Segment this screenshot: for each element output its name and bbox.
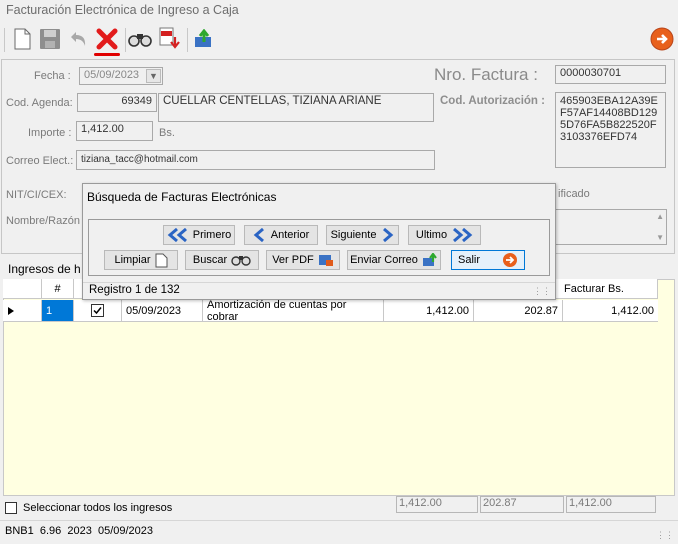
select-all-label: Seleccionar todos los ingresos (23, 502, 173, 514)
cod-autorizacion-field[interactable]: 465903EBA12A39E F57AF14408BD129 5D76FA5B… (555, 92, 666, 168)
pdf-view-icon (318, 254, 333, 266)
cod-autorizacion-line: 5D76FA5B822520F (560, 119, 657, 131)
send-mail-icon (422, 253, 437, 266)
fecha-value: 05/09/2023 (84, 69, 140, 81)
binoculars-icon (231, 256, 251, 266)
toolbar-separator (187, 28, 188, 52)
siguiente-label: Siguiente (330, 229, 377, 241)
header-indicator (3, 279, 42, 298)
select-all-checkbox[interactable] (5, 502, 17, 514)
row-importe[interactable]: 1,412.00 (384, 300, 474, 321)
delete-x-icon[interactable] (95, 27, 119, 51)
cod-autorizacion-line: 465903EBA12A39E (560, 95, 658, 107)
resize-grip-icon[interactable]: ⋮⋮ (656, 530, 674, 541)
window-title: Facturación Electrónica de Ingreso a Caj… (6, 3, 239, 17)
nro-factura-field[interactable]: 0000030701 (555, 65, 666, 84)
exit-arrow-icon (503, 253, 517, 267)
row-num[interactable]: 1 (42, 300, 74, 321)
cliente-nombre-field[interactable]: CUELLAR CENTELLAS, TIZIANA ARIANE (158, 93, 434, 122)
limpiar-label: Limpiar (114, 254, 151, 266)
new-document-icon[interactable] (10, 27, 34, 51)
row-descripcion[interactable]: Amortización de cuentas por cobrar (203, 299, 384, 323)
cod-autorizacion-label: Cod. Autorización : (440, 95, 545, 107)
primero-button[interactable]: Primero (163, 225, 235, 245)
blank-page-icon (155, 253, 168, 267)
fecha-label: Fecha : (34, 70, 71, 82)
chevron-down-icon[interactable]: ▼ (146, 69, 161, 83)
correo-field[interactable]: tiziana_tacc@hotmail.com (76, 150, 435, 170)
nro-factura-label: Nro. Factura : (434, 65, 538, 84)
chevron-right-icon (383, 228, 394, 242)
row-col2[interactable]: 202.87 (474, 300, 563, 321)
header-facturar[interactable]: Facturar Bs. (560, 279, 658, 298)
row-facturar[interactable]: 1,412.00 (563, 300, 658, 321)
header-num[interactable]: # (42, 279, 74, 298)
salir-button[interactable]: Salir (451, 250, 525, 270)
anterior-button[interactable]: Anterior (244, 225, 318, 245)
ingresos-section-label: Ingresos de h (8, 262, 81, 276)
row-checkbox[interactable] (74, 300, 122, 321)
toolbar (4, 27, 674, 56)
buscar-button[interactable]: Buscar (185, 250, 259, 270)
buscar-label: Buscar (192, 254, 228, 266)
double-chevron-left-icon (167, 228, 187, 242)
ver-pdf-label: Ver PDF (272, 254, 314, 266)
cod-autorizacion-line: F57AF14408BD129 (560, 107, 658, 119)
chevron-left-icon (253, 228, 264, 242)
resize-grip-icon[interactable]: ⋮⋮ (533, 286, 551, 297)
dialog-status-text: Registro 1 de 132 (89, 284, 180, 296)
undo-icon[interactable] (66, 27, 90, 51)
table-row[interactable]: 1 05/09/2023 Amortización de cuentas por… (3, 299, 658, 323)
delete-underline (94, 53, 120, 56)
limpiar-button[interactable]: Limpiar (104, 250, 178, 270)
importe-field[interactable]: 1,412.00 (76, 121, 153, 141)
pdf-download-icon[interactable] (157, 27, 181, 51)
row-fecha[interactable]: 05/09/2023 (122, 300, 203, 321)
toolbar-separator (4, 28, 5, 52)
search-dialog: Búsqueda de Facturas Electrónicas Primer… (82, 183, 556, 300)
cod-agenda-label: Cod. Agenda: (6, 97, 73, 109)
save-icon[interactable] (38, 27, 62, 51)
importe-currency: Bs. (159, 127, 175, 139)
cod-agenda-field[interactable]: 69349 (77, 93, 157, 112)
siguiente-button[interactable]: Siguiente (326, 225, 399, 245)
ver-pdf-button[interactable]: Ver PDF (266, 250, 340, 270)
primero-label: Primero (192, 229, 232, 241)
nombre-field-right[interactable]: ▲ ▼ (555, 209, 667, 245)
fecha-field[interactable]: 05/09/2023 ▼ (79, 67, 163, 85)
nit-label: NIT/CI/CEX: (6, 189, 67, 201)
verificado-label: ificado (558, 188, 590, 200)
row-indicator-icon (3, 300, 42, 321)
dialog-title: Búsqueda de Facturas Electrónicas (87, 190, 277, 204)
double-chevron-right-icon (453, 228, 473, 242)
enviar-correo-label: Enviar Correo (350, 254, 418, 266)
total-importe: 1,412.00 (396, 496, 478, 513)
ultimo-button[interactable]: Ultimo (408, 225, 481, 245)
exit-arrow-icon[interactable] (650, 27, 674, 51)
anterior-label: Anterior (270, 229, 310, 241)
correo-label: Correo Elect.: (6, 155, 74, 167)
cod-autorizacion-line: 3103376EFD74 (560, 131, 638, 143)
toolbar-separator (125, 28, 126, 52)
scroll-down-icon[interactable]: ▼ (656, 233, 664, 242)
enviar-correo-button[interactable]: Enviar Correo (347, 250, 441, 270)
total-col2: 202.87 (480, 496, 564, 513)
scroll-up-icon[interactable]: ▲ (656, 212, 664, 221)
total-facturar: 1,412.00 (566, 496, 656, 513)
ultimo-label: Ultimo (415, 229, 448, 241)
binoculars-icon[interactable] (128, 27, 152, 51)
importe-label: Importe : (28, 127, 72, 139)
export-icon[interactable] (192, 27, 216, 51)
statusbar-text: BNB1 6.96 2023 05/09/2023 (5, 525, 154, 537)
salir-label: Salir (457, 254, 480, 266)
nombre-label: Nombre/Razón (6, 215, 80, 227)
